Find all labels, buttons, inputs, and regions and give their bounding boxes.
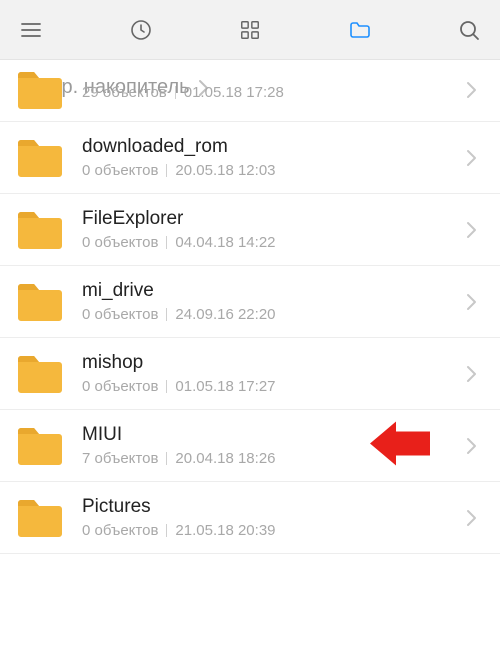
highlight-arrow-icon	[370, 421, 430, 470]
folder-row[interactable]: mi_drive 0 объектов 24.09.16 22:20	[0, 266, 500, 338]
folder-meta: 0 объектов 01.05.18 17:27	[82, 378, 460, 395]
folder-meta: 0 объектов 04.04.18 14:22	[82, 234, 460, 251]
folder-date: 21.05.18 20:39	[175, 522, 275, 539]
folder-date: 01.05.18 17:28	[184, 84, 284, 101]
categories-icon[interactable]	[237, 17, 263, 43]
folder-row[interactable]: 29 объектов 01.05.18 17:28	[0, 69, 500, 122]
folder-text: downloaded_rom 0 объектов 20.05.18 12:03	[82, 136, 460, 179]
folder-count: 0 объектов	[82, 306, 158, 323]
folder-text: Pictures 0 объектов 21.05.18 20:39	[82, 496, 460, 539]
folder-icon	[16, 137, 64, 179]
folder-icon	[16, 497, 64, 539]
folder-count: 0 объектов	[82, 162, 158, 179]
folder-count: 0 объектов	[82, 378, 158, 395]
folder-text: FileExplorer 0 объектов 04.04.18 14:22	[82, 208, 460, 251]
folder-tab-icon[interactable]	[347, 17, 373, 43]
folder-icon	[16, 69, 64, 111]
folder-meta: 0 объектов 20.05.18 12:03	[82, 162, 460, 179]
folder-icon	[16, 425, 64, 467]
folder-name: downloaded_rom	[82, 136, 460, 158]
folder-date: 20.04.18 18:26	[175, 450, 275, 467]
chevron-right-icon	[460, 292, 484, 312]
folder-count: 7 объектов	[82, 450, 158, 467]
folder-meta: 0 объектов 21.05.18 20:39	[82, 522, 460, 539]
folder-text: 29 объектов 01.05.18 17:28	[82, 80, 460, 101]
folder-row[interactable]: Pictures 0 объектов 21.05.18 20:39	[0, 482, 500, 554]
meta-divider	[175, 86, 176, 99]
meta-divider	[166, 308, 167, 321]
folder-date: 24.09.16 22:20	[175, 306, 275, 323]
folder-date: 04.04.18 14:22	[175, 234, 275, 251]
chevron-right-icon	[460, 364, 484, 384]
meta-divider	[166, 524, 167, 537]
folder-row[interactable]: mishop 0 объектов 01.05.18 17:27	[0, 338, 500, 410]
folder-name: FileExplorer	[82, 208, 460, 230]
folder-meta: 29 объектов 01.05.18 17:28	[82, 84, 460, 101]
folder-icon	[16, 209, 64, 251]
search-icon[interactable]	[456, 17, 482, 43]
top-toolbar	[0, 0, 500, 60]
folder-text: mi_drive 0 объектов 24.09.16 22:20	[82, 280, 460, 323]
meta-divider	[166, 164, 167, 177]
folder-name: mishop	[82, 352, 460, 374]
folder-meta: 0 объектов 24.09.16 22:20	[82, 306, 460, 323]
folder-text: mishop 0 объектов 01.05.18 17:27	[82, 352, 460, 395]
folder-count: 29 объектов	[82, 84, 167, 101]
folder-count: 0 объектов	[82, 234, 158, 251]
folder-name: Pictures	[82, 496, 460, 518]
folder-icon	[16, 353, 64, 395]
folder-name: mi_drive	[82, 280, 460, 302]
folder-count: 0 объектов	[82, 522, 158, 539]
file-list: 29 объектов 01.05.18 17:28 downloaded_rom…	[0, 69, 500, 554]
chevron-right-icon	[460, 148, 484, 168]
recent-icon[interactable]	[128, 17, 154, 43]
folder-icon	[16, 281, 64, 323]
folder-row[interactable]: downloaded_rom 0 объектов 20.05.18 12:03	[0, 122, 500, 194]
meta-divider	[166, 236, 167, 249]
folder-row[interactable]: FileExplorer 0 объектов 04.04.18 14:22	[0, 194, 500, 266]
chevron-right-icon	[460, 220, 484, 240]
folder-date: 20.05.18 12:03	[175, 162, 275, 179]
meta-divider	[166, 452, 167, 465]
menu-icon[interactable]	[18, 17, 44, 43]
chevron-right-icon	[460, 436, 484, 456]
chevron-right-icon	[460, 508, 484, 528]
meta-divider	[166, 380, 167, 393]
folder-row[interactable]: MIUI7 объектов20.04.18 18:26	[0, 410, 500, 482]
chevron-right-icon	[460, 80, 484, 100]
folder-date: 01.05.18 17:27	[175, 378, 275, 395]
